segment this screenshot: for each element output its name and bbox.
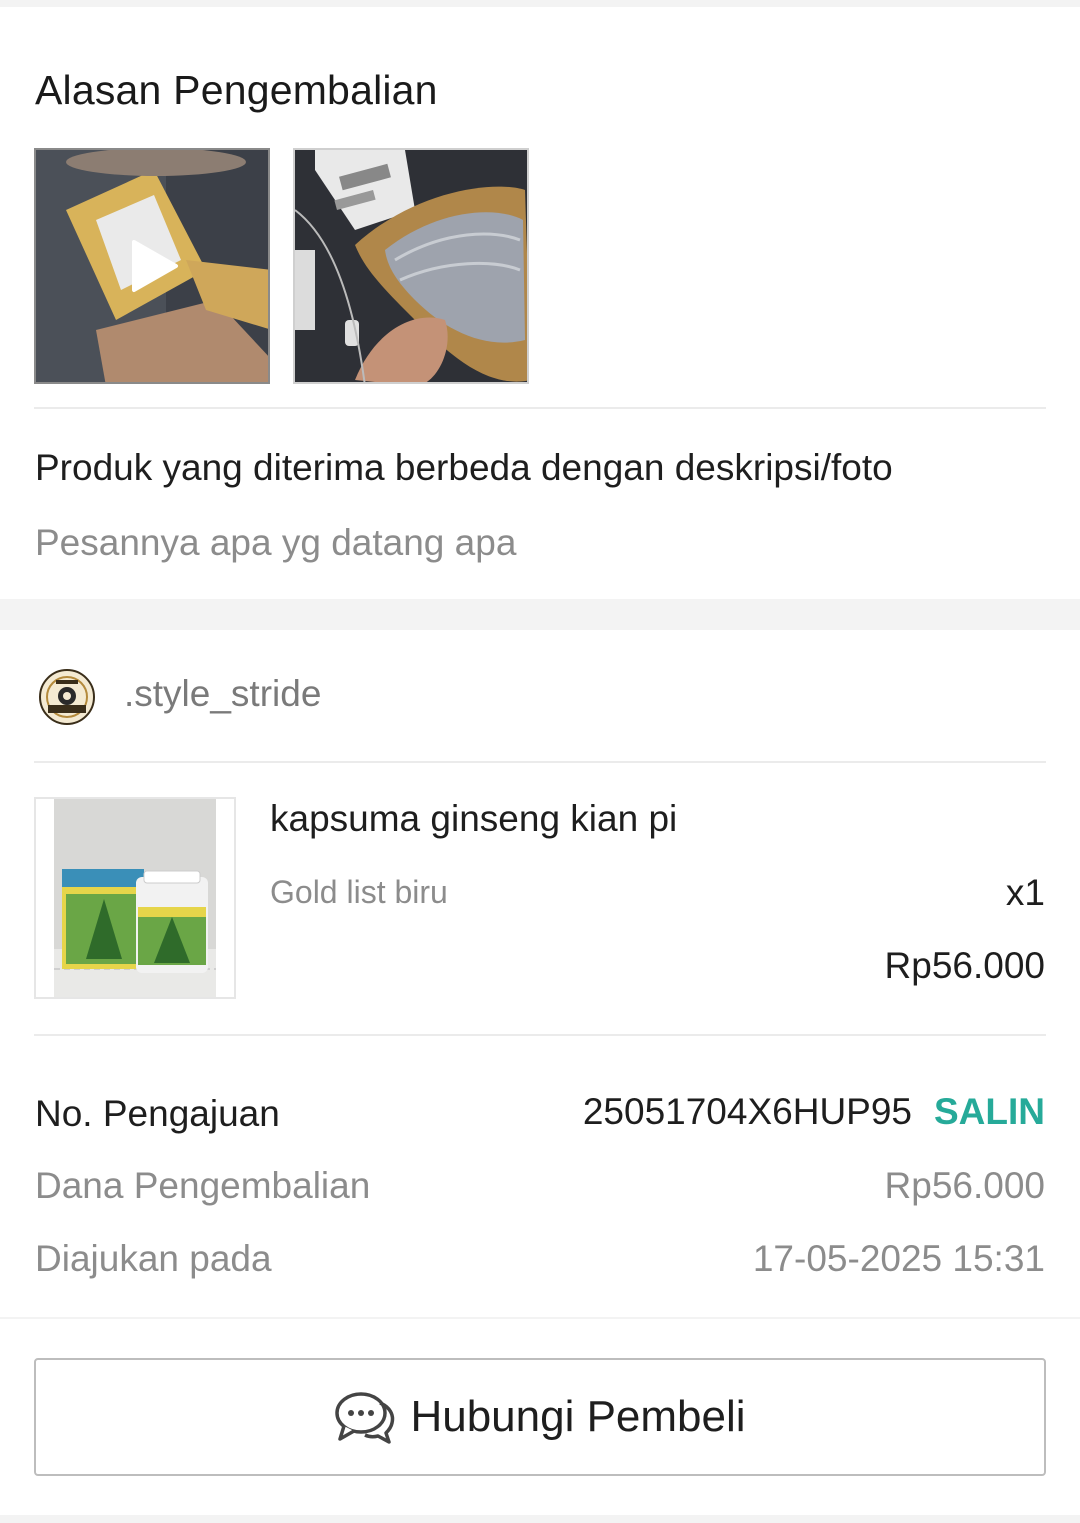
return-reason-title: Alasan Pengembalian — [35, 67, 438, 113]
product-image[interactable] — [34, 797, 236, 999]
evidence-photo-thumbnail[interactable] — [293, 148, 529, 384]
product-variant: Gold list biru — [270, 874, 448, 910]
refund-amount-label: Dana Pengembalian — [35, 1165, 371, 1206]
product-quantity: x1 — [1005, 872, 1045, 913]
evidence-photo-image — [295, 150, 527, 382]
contact-buyer-label: Hubungi Pembeli — [410, 1392, 746, 1441]
evidence-video-thumbnail[interactable] — [34, 148, 270, 384]
return-reason-text: Produk yang diterima berbeda dengan desk… — [35, 447, 893, 488]
action-section: Hubungi Pembeli — [0, 1319, 1080, 1515]
copy-button[interactable]: SALIN — [934, 1091, 1045, 1133]
return-reason-section: Alasan Pengembalian Produk yang diterima… — [0, 7, 1080, 599]
refund-amount-value: Rp56.000 — [884, 1165, 1045, 1206]
divider — [34, 1034, 1046, 1036]
shop-logo[interactable] — [38, 668, 96, 726]
play-icon[interactable] — [124, 238, 180, 294]
product-name[interactable]: kapsuma ginseng kian pi — [270, 798, 677, 840]
product-price: Rp56.000 — [884, 945, 1045, 986]
product-photo — [36, 799, 234, 997]
buyer-note: Pesannya apa yg datang apa — [35, 522, 517, 563]
request-number-value: 25051704X6HUP95 — [582, 1091, 912, 1132]
shop-name[interactable]: .style_stride — [124, 673, 321, 715]
return-detail-page: Alasan Pengembalian Produk yang diterima… — [0, 0, 1080, 1523]
chat-icon — [335, 1392, 395, 1444]
submitted-date-value: 17-05-2025 15:31 — [752, 1238, 1045, 1279]
request-number-label: No. Pengajuan — [35, 1093, 280, 1134]
divider — [34, 761, 1046, 763]
divider — [34, 407, 1046, 409]
submitted-date-label: Diajukan pada — [35, 1238, 272, 1279]
contact-buyer-button[interactable]: Hubungi Pembeli — [34, 1358, 1046, 1476]
order-section: .style_stride kapsuma ginseng kian pi Go… — [0, 630, 1080, 1317]
